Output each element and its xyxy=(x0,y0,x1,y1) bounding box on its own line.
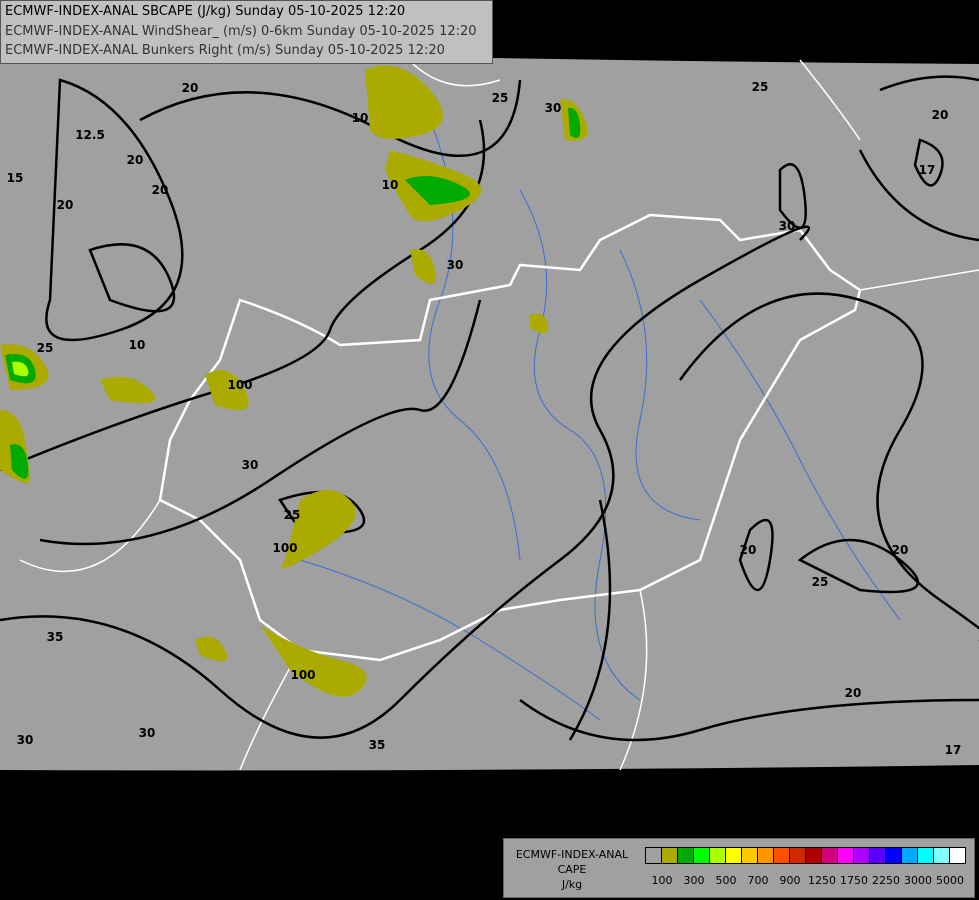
legend-tick-label: 2250 xyxy=(872,874,900,887)
contour-label: 15 xyxy=(6,171,24,185)
legend-swatch xyxy=(694,848,710,863)
contour-label: 25 xyxy=(283,508,301,522)
legend-title: ECMWF-INDEX-ANAL CAPE J/kg xyxy=(508,847,636,892)
legend-swatch xyxy=(710,848,726,863)
legend-tick-label: 300 xyxy=(683,874,705,887)
contour-label: 30 xyxy=(138,726,156,740)
contour-label: 17 xyxy=(944,743,962,757)
legend-unit: J/kg xyxy=(561,878,583,891)
legend-swatch xyxy=(742,848,758,863)
legend-tick-label: 500 xyxy=(715,874,737,887)
legend-swatch xyxy=(838,848,854,863)
legend-swatch xyxy=(854,848,870,863)
legend-swatch xyxy=(678,848,694,863)
legend-swatch xyxy=(646,848,662,863)
header-sbcape: ECMWF-INDEX-ANAL SBCAPE (J/kg) Sunday 05… xyxy=(5,4,406,19)
header-windshear: ECMWF-INDEX-ANAL WindShear_ (m/s) 0-6km … xyxy=(5,23,477,39)
legend-swatch xyxy=(726,848,742,863)
legend-swatch xyxy=(918,848,934,863)
legend-tick-label: 5000 xyxy=(936,874,964,887)
contour-label: 20 xyxy=(844,686,862,700)
legend-swatch xyxy=(902,848,918,863)
contour-label: 20 xyxy=(739,543,757,557)
legend-title-field: CAPE xyxy=(557,863,587,876)
legend-tick-label: 700 xyxy=(747,874,769,887)
contour-label: 35 xyxy=(46,630,64,644)
legend-tick-label: 1250 xyxy=(808,874,836,887)
legend-swatch xyxy=(934,848,950,863)
data-domain xyxy=(0,48,979,771)
legend-colorbar xyxy=(645,847,966,864)
contour-label: 25 xyxy=(491,91,509,105)
legend-swatch xyxy=(774,848,790,863)
legend-tick-label: 1750 xyxy=(840,874,868,887)
legend-tick-label: 900 xyxy=(779,874,801,887)
contour-label: 20 xyxy=(891,543,909,557)
contour-label: 20 xyxy=(181,81,199,95)
map-header: ECMWF-INDEX-ANAL SBCAPE (J/kg) Sunday 05… xyxy=(0,0,493,64)
contour-label: 100 xyxy=(272,541,298,555)
contour-label: 100 xyxy=(290,668,316,682)
legend-swatch xyxy=(950,848,965,863)
header-bunkers: ECMWF-INDEX-ANAL Bunkers Right (m/s) Sun… xyxy=(5,43,445,58)
contour-label: 30 xyxy=(241,458,259,472)
contour-label: 30 xyxy=(446,258,464,272)
contour-label: 25 xyxy=(811,575,829,589)
contour-label: 100 xyxy=(227,378,253,392)
contour-label: 30 xyxy=(16,733,34,747)
legend-swatch xyxy=(758,848,774,863)
legend-swatch xyxy=(886,848,902,863)
contour-label: 17 xyxy=(918,163,936,177)
contour-label: 10 xyxy=(381,178,399,192)
legend-swatch xyxy=(806,848,822,863)
legend-swatch xyxy=(870,848,886,863)
contour-label: 30 xyxy=(778,219,796,233)
legend-swatch xyxy=(822,848,838,863)
contour-label: 25 xyxy=(751,80,769,94)
contour-label: 20 xyxy=(126,153,144,167)
legend-swatch xyxy=(662,848,678,863)
weather-map xyxy=(0,0,979,900)
contour-label: 12.5 xyxy=(75,128,105,142)
contour-label: 20 xyxy=(56,198,74,212)
legend-tick-label: 3000 xyxy=(904,874,932,887)
contour-label: 25 xyxy=(36,341,54,355)
legend-swatch xyxy=(790,848,806,863)
cape-legend: ECMWF-INDEX-ANAL CAPE J/kg 100 300 500 700 9… xyxy=(503,838,975,898)
contour-label: 30 xyxy=(544,101,562,115)
legend-title-model: ECMWF-INDEX-ANAL xyxy=(515,848,629,861)
contour-label: 10 xyxy=(351,111,369,125)
contour-label: 10 xyxy=(128,338,146,352)
contour-label: 20 xyxy=(151,183,169,197)
contour-label: 35 xyxy=(368,738,386,752)
legend-tick-label: 100 xyxy=(651,874,673,887)
contour-label: 20 xyxy=(931,108,949,122)
